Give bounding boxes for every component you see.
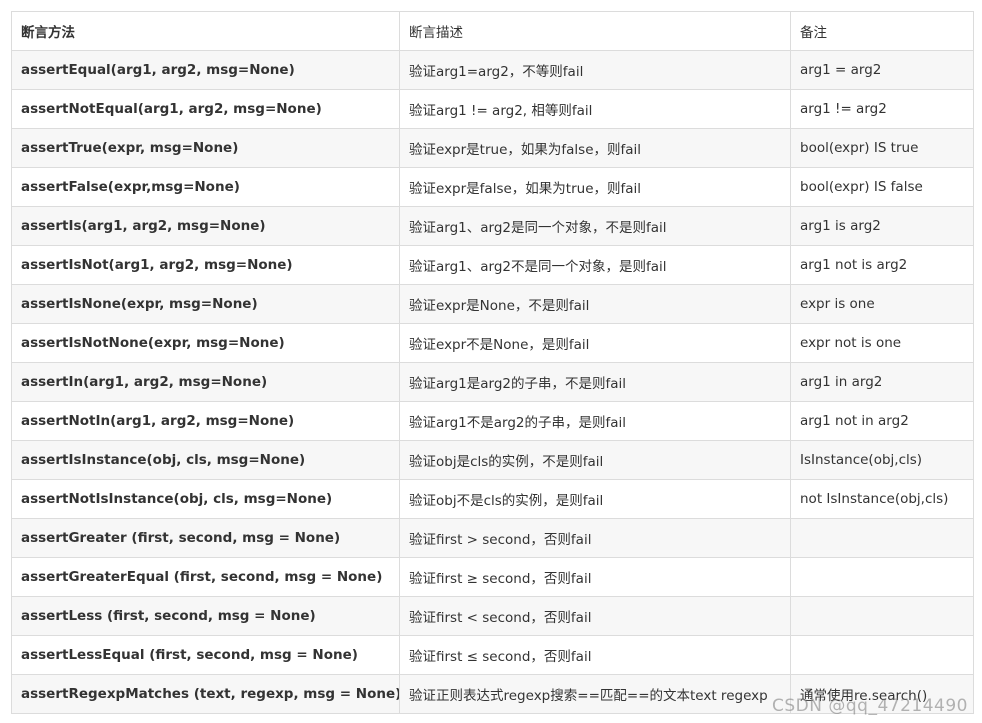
note-cell: expr is one	[790, 284, 974, 324]
method-cell: assertEqual(arg1, arg2, msg=None)	[11, 50, 400, 90]
note-cell: 通常使用re.search()	[790, 674, 974, 714]
description-cell: 验证expr不是None，是则fail	[399, 323, 791, 363]
table-row: assertEqual(arg1, arg2, msg=None) 验证arg1=…	[11, 50, 974, 90]
header-description: 断言描述	[399, 11, 791, 51]
table-row: assertIsInstance(obj, cls, msg=None) 验证ob…	[11, 440, 974, 480]
table-row: assertFalse(expr,msg=None) 验证expr是false，如…	[11, 167, 974, 207]
description-cell: 验证arg1 != arg2, 相等则fail	[399, 89, 791, 129]
table-row: assertLessEqual (first, second, msg = No…	[11, 635, 974, 675]
header-method: 断言方法	[11, 11, 400, 51]
note-cell: bool(expr) IS true	[790, 128, 974, 168]
description-cell: 验证first ≤ second，否则fail	[399, 635, 791, 675]
description-cell: 验证first > second，否则fail	[399, 518, 791, 558]
note-cell: arg1 is arg2	[790, 206, 974, 246]
method-cell: assertTrue(expr, msg=None)	[11, 128, 400, 168]
description-cell: 验证expr是false，如果为true，则fail	[399, 167, 791, 207]
method-cell: assertIsInstance(obj, cls, msg=None)	[11, 440, 400, 480]
method-cell: assertNotIn(arg1, arg2, msg=None)	[11, 401, 400, 441]
method-cell: assertGreater (first, second, msg = None…	[11, 518, 400, 558]
table-row: assertGreater (first, second, msg = None…	[11, 518, 974, 558]
table-row: assertGreaterEqual (first, second, msg =…	[11, 557, 974, 597]
note-cell: arg1 != arg2	[790, 89, 974, 129]
method-cell: assertRegexpMatches (text, regexp, msg =…	[11, 674, 400, 714]
table-row: assertNotEqual(arg1, arg2, msg=None) 验证ar…	[11, 89, 974, 129]
table-row: assertIsNot(arg1, arg2, msg=None) 验证arg1、…	[11, 245, 974, 285]
table-row: assertRegexpMatches (text, regexp, msg =…	[11, 674, 974, 714]
description-cell: 验证obj是cls的实例，不是则fail	[399, 440, 791, 480]
description-cell: 验证arg1、arg2是同一个对象，不是则fail	[399, 206, 791, 246]
table-row: assertIn(arg1, arg2, msg=None) 验证arg1是arg…	[11, 362, 974, 402]
note-cell: expr not is one	[790, 323, 974, 363]
table-row: assertIsNotNone(expr, msg=None) 验证expr不是N…	[11, 323, 974, 363]
description-cell: 验证expr是None，不是则fail	[399, 284, 791, 324]
table-header-row: 断言方法 断言描述 备注	[11, 11, 974, 51]
note-cell: IsInstance(obj,cls)	[790, 440, 974, 480]
table-row: assertLess (first, second, msg = None) 验证…	[11, 596, 974, 636]
description-cell: 验证obj不是cls的实例，是则fail	[399, 479, 791, 519]
note-cell: arg1 not is arg2	[790, 245, 974, 285]
description-cell: 验证arg1=arg2，不等则fail	[399, 50, 791, 90]
note-cell	[790, 557, 974, 597]
description-cell: 验证first ≥ second，否则fail	[399, 557, 791, 597]
method-cell: assertIs(arg1, arg2, msg=None)	[11, 206, 400, 246]
method-cell: assertNotIsInstance(obj, cls, msg=None)	[11, 479, 400, 519]
note-cell	[790, 635, 974, 675]
header-note: 备注	[790, 11, 974, 51]
table-row: assertIsNone(expr, msg=None) 验证expr是None，…	[11, 284, 974, 324]
method-cell: assertIsNotNone(expr, msg=None)	[11, 323, 400, 363]
method-cell: assertGreaterEqual (first, second, msg =…	[11, 557, 400, 597]
table-row: assertTrue(expr, msg=None) 验证expr是true，如果…	[11, 128, 974, 168]
description-cell: 验证expr是true，如果为false，则fail	[399, 128, 791, 168]
description-cell: 验证arg1、arg2不是同一个对象，是则fail	[399, 245, 791, 285]
method-cell: assertIsNot(arg1, arg2, msg=None)	[11, 245, 400, 285]
method-cell: assertLess (first, second, msg = None)	[11, 596, 400, 636]
note-cell: arg1 in arg2	[790, 362, 974, 402]
method-cell: assertLessEqual (first, second, msg = No…	[11, 635, 400, 675]
table-row: assertNotIn(arg1, arg2, msg=None) 验证arg1不…	[11, 401, 974, 441]
note-cell: bool(expr) IS false	[790, 167, 974, 207]
note-cell	[790, 518, 974, 558]
assert-methods-table: 断言方法 断言描述 备注 assertEqual(arg1, arg2, msg…	[11, 11, 974, 714]
table-row: assertIs(arg1, arg2, msg=None) 验证arg1、arg…	[11, 206, 974, 246]
table-row: assertNotIsInstance(obj, cls, msg=None) 验…	[11, 479, 974, 519]
note-cell: arg1 = arg2	[790, 50, 974, 90]
note-cell	[790, 596, 974, 636]
description-cell: 验证arg1不是arg2的子串，是则fail	[399, 401, 791, 441]
note-cell: arg1 not in arg2	[790, 401, 974, 441]
method-cell: assertFalse(expr,msg=None)	[11, 167, 400, 207]
method-cell: assertIsNone(expr, msg=None)	[11, 284, 400, 324]
description-cell: 验证first < second，否则fail	[399, 596, 791, 636]
method-cell: assertNotEqual(arg1, arg2, msg=None)	[11, 89, 400, 129]
method-cell: assertIn(arg1, arg2, msg=None)	[11, 362, 400, 402]
description-cell: 验证arg1是arg2的子串，不是则fail	[399, 362, 791, 402]
note-cell: not IsInstance(obj,cls)	[790, 479, 974, 519]
description-cell: 验证正则表达式regexp搜索==匹配==的文本text regexp	[399, 674, 791, 714]
